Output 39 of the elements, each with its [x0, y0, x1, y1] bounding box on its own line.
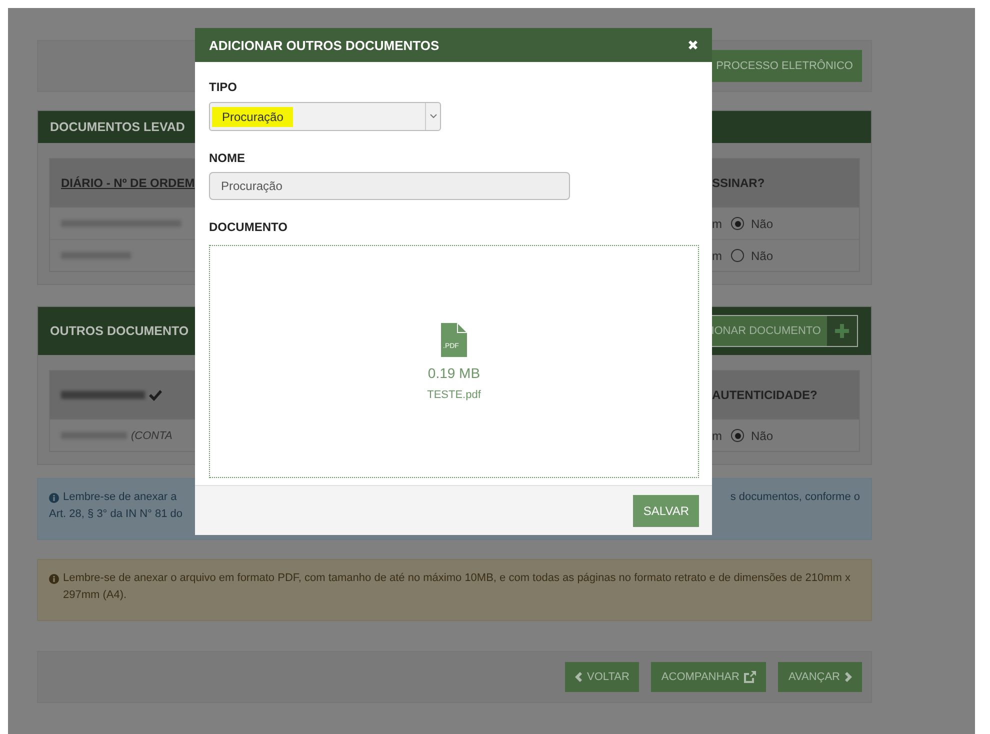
radio-button[interactable]	[731, 249, 744, 262]
field-label: NOME	[209, 151, 245, 165]
chevron-right-icon	[845, 672, 852, 682]
type-select[interactable]: Procuração	[209, 102, 441, 131]
radio-label: Não	[751, 428, 774, 442]
name-input-field[interactable]: Procuração	[209, 172, 570, 200]
chevron-left-icon	[575, 672, 582, 682]
nav-button[interactable]: VOLTAR	[565, 662, 640, 692]
field-label: TIPO	[209, 80, 238, 94]
alert-text: Lembre-se de anexar o arquivo em formato PDF, com tamanho de até no máximo 10MB, e com todas as páginas no formato retrato e de dimensões de 210mm x 297mm (A4).	[63, 572, 851, 601]
alert-text: Art. 28, § 3° da IN N° 81 do	[49, 507, 183, 522]
save-button[interactable]: SALVAR	[633, 494, 699, 526]
pdf-file-icon	[441, 322, 467, 356]
nav-button[interactable]: AVANÇAR	[778, 662, 862, 692]
row-note: (CONTA	[131, 430, 172, 442]
info-icon	[49, 574, 59, 584]
alert-text: s documentos, conforme o	[730, 490, 860, 505]
panel-title: DOCUMENTOS LEVAD	[50, 120, 185, 134]
external-link-icon	[744, 671, 756, 683]
close-icon[interactable]	[688, 40, 698, 50]
info-icon	[49, 493, 59, 503]
radio-button[interactable]	[731, 217, 744, 230]
nav-button[interactable]: ACOMPANHAR	[651, 662, 766, 692]
alert-text: Lembre-se de anexar a	[63, 490, 178, 505]
file-size: 0.19 MB	[428, 364, 480, 380]
plus-icon	[835, 324, 849, 338]
option-label: m	[712, 216, 722, 230]
radio-label: Não	[751, 248, 774, 262]
radio-label: Não	[751, 216, 774, 230]
file-name: TESTE.pdf	[427, 388, 481, 400]
field-label: DOCUMENTO	[209, 220, 288, 234]
option-label: m	[712, 248, 722, 262]
option-label: m	[712, 428, 722, 442]
column-header: AUTENTICIDADE?	[712, 388, 818, 402]
column-header[interactable]: DIÁRIO - Nº DE ORDEM	[61, 176, 195, 190]
radio-button[interactable]	[731, 429, 744, 442]
column-header: SSINAR?	[712, 176, 765, 190]
panel-title: OUTROS DOCUMENTO	[50, 324, 189, 338]
modal-title: ADICIONAR OUTROS DOCUMENTOS	[209, 38, 440, 52]
